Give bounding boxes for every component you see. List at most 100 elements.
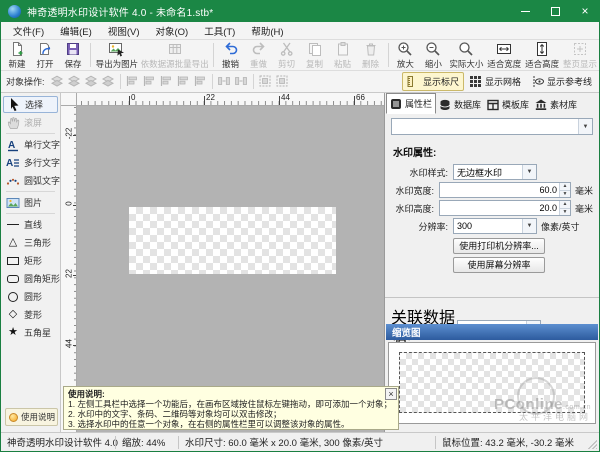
export-image-button[interactable]: 导出为图片	[94, 40, 140, 70]
align-middle-icon[interactable]	[193, 74, 208, 89]
whole-page-button[interactable]: 整页显示	[561, 40, 599, 70]
tool-rounded-rectangle[interactable]: 圆角矩形	[3, 270, 58, 287]
resize-grip[interactable]	[587, 439, 597, 449]
align-center-icon[interactable]	[142, 74, 157, 89]
help-box-close-button[interactable]: ×	[385, 388, 397, 400]
show-guides-toggle[interactable]: 显示参考线	[526, 72, 597, 91]
tab-templates[interactable]: 模板库	[484, 95, 532, 114]
tool-multi-line-text[interactable]: A 多行文字	[3, 154, 58, 171]
tool-diamond[interactable]: ◇ 菱形	[3, 306, 58, 323]
lightbulb-icon	[9, 413, 18, 422]
menu-object[interactable]: 对象(O)	[147, 22, 196, 39]
spin-down-icon[interactable]: ▼	[560, 208, 570, 216]
resolution-unit: 像素/英寸	[541, 220, 580, 233]
thumbnail-preview: PConline.com.cn 太平洋电脑网	[388, 342, 596, 424]
tool-image[interactable]: 图片	[3, 194, 58, 211]
send-back-icon[interactable]	[67, 74, 82, 89]
show-ruler-label: 显示标尺	[423, 75, 459, 88]
tool-pan[interactable]: 滚屏	[3, 114, 58, 131]
cut-scissors-icon	[279, 41, 295, 57]
paste-button[interactable]: 粘贴	[329, 40, 357, 70]
fit-width-button[interactable]: 适合宽度	[485, 40, 523, 70]
align-left-icon[interactable]	[125, 74, 140, 89]
h-ruler-label-0: 0	[131, 93, 135, 102]
help-box-line-2: 2. 水印中的文字、条码、二维码等对象均可以双击修改；	[68, 409, 394, 419]
tool-single-line-text[interactable]: A 单行文字	[3, 136, 58, 153]
tool-circle-label: 圆形	[24, 290, 42, 303]
watermark-object[interactable]	[129, 207, 336, 274]
zoom-out-button[interactable]: 缩小	[419, 40, 447, 70]
material-bank-icon	[535, 99, 547, 111]
tool-star[interactable]: ★ 五角星	[3, 324, 58, 341]
undo-icon	[223, 41, 239, 57]
group-icon[interactable]	[275, 74, 290, 89]
menu-view[interactable]: 视图(V)	[100, 22, 148, 39]
cut-button[interactable]: 剪切	[273, 40, 301, 70]
menu-file[interactable]: 文件(F)	[5, 22, 52, 39]
delete-trash-icon	[363, 41, 379, 57]
tab-materials[interactable]: 素材库	[532, 95, 580, 114]
undo-button[interactable]: 撤销	[217, 40, 245, 70]
close-button[interactable]: ×	[570, 0, 600, 22]
batch-export-icon	[167, 41, 183, 57]
watermark-height-spinner: ▲ ▼	[439, 200, 571, 216]
view-toggles: 显示标尺 显示网格 显示参考线	[402, 72, 597, 91]
menu-edit[interactable]: 编辑(E)	[52, 22, 100, 39]
tool-rectangle[interactable]: 矩形	[3, 252, 58, 269]
actual-size-button[interactable]: 实际大小	[447, 40, 485, 70]
undo-button-label: 撤销	[222, 58, 239, 70]
copy-button[interactable]: 复制	[301, 40, 329, 70]
align-top-icon[interactable]	[176, 74, 191, 89]
chevron-down-icon: ▼	[522, 165, 536, 179]
usage-help-button[interactable]: 使用说明	[5, 408, 58, 426]
align-right-icon[interactable]	[159, 74, 174, 89]
line-icon	[5, 224, 21, 225]
tool-select[interactable]: 选择	[3, 96, 58, 113]
spin-down-icon[interactable]: ▼	[560, 190, 570, 198]
watermark-width-input[interactable]	[440, 183, 559, 197]
use-printer-resolution-button[interactable]: 使用打印机分辨率...	[453, 238, 545, 254]
redo-button[interactable]: 重做	[245, 40, 273, 70]
watermark-height-input[interactable]	[440, 201, 559, 215]
maximize-button[interactable]	[540, 0, 570, 22]
open-button[interactable]: 打开	[31, 40, 59, 70]
minimize-button[interactable]	[510, 0, 540, 22]
delete-button[interactable]: 删除	[357, 40, 385, 70]
same-size-icon[interactable]	[258, 74, 273, 89]
tool-line[interactable]: 直线	[3, 216, 58, 233]
watermark-style-select[interactable]: 无边框水印 ▼	[453, 164, 537, 180]
tab-database[interactable]: 数据库	[436, 95, 484, 114]
move-up-layer-icon[interactable]	[84, 74, 99, 89]
horizontal-ruler: 0 22 44 66	[77, 93, 384, 106]
menu-help[interactable]: 帮助(H)	[243, 22, 291, 39]
align-bottom-icon[interactable]	[217, 74, 232, 89]
site-watermark-subtext: 太平洋电脑网	[494, 413, 591, 422]
bring-front-icon[interactable]	[50, 74, 65, 89]
save-button[interactable]: 保存	[59, 40, 87, 70]
cut-button-label: 剪切	[278, 58, 295, 70]
menu-tools[interactable]: 工具(T)	[196, 22, 243, 39]
tool-triangle[interactable]: △ 三角形	[3, 234, 58, 251]
resolution-select[interactable]: 300 ▼	[453, 218, 537, 234]
batch-export-button-label: 依数据源批量导出	[141, 58, 209, 70]
object-selector-dropdown[interactable]: ▼	[391, 118, 593, 135]
tab-properties-label: 属性栏	[405, 97, 432, 110]
distribute-h-icon[interactable]	[234, 74, 249, 89]
whole-page-icon	[572, 41, 588, 57]
tool-rounded-rectangle-label: 圆角矩形	[24, 272, 60, 285]
batch-export-button[interactable]: 依数据源批量导出	[140, 40, 210, 70]
use-screen-resolution-button[interactable]: 使用屏幕分辨率	[453, 257, 545, 273]
tool-circle[interactable]: 圆形	[3, 288, 58, 305]
design-canvas[interactable]	[77, 106, 384, 432]
tool-star-label: 五角星	[24, 326, 51, 339]
zoom-in-button[interactable]: 放大	[391, 40, 419, 70]
move-down-layer-icon[interactable]	[101, 74, 116, 89]
fit-height-button[interactable]: 适合高度	[523, 40, 561, 70]
new-button[interactable]: 新建	[3, 40, 31, 70]
show-ruler-toggle[interactable]: 显示标尺	[402, 72, 464, 91]
watermark-height-unit: 毫米	[575, 202, 593, 215]
show-grid-toggle[interactable]: 显示网格	[464, 72, 526, 91]
tab-properties[interactable]: 属性栏	[386, 93, 436, 114]
actual-size-icon	[458, 41, 474, 57]
tool-arc-text[interactable]: 圆弧文字	[3, 172, 58, 189]
